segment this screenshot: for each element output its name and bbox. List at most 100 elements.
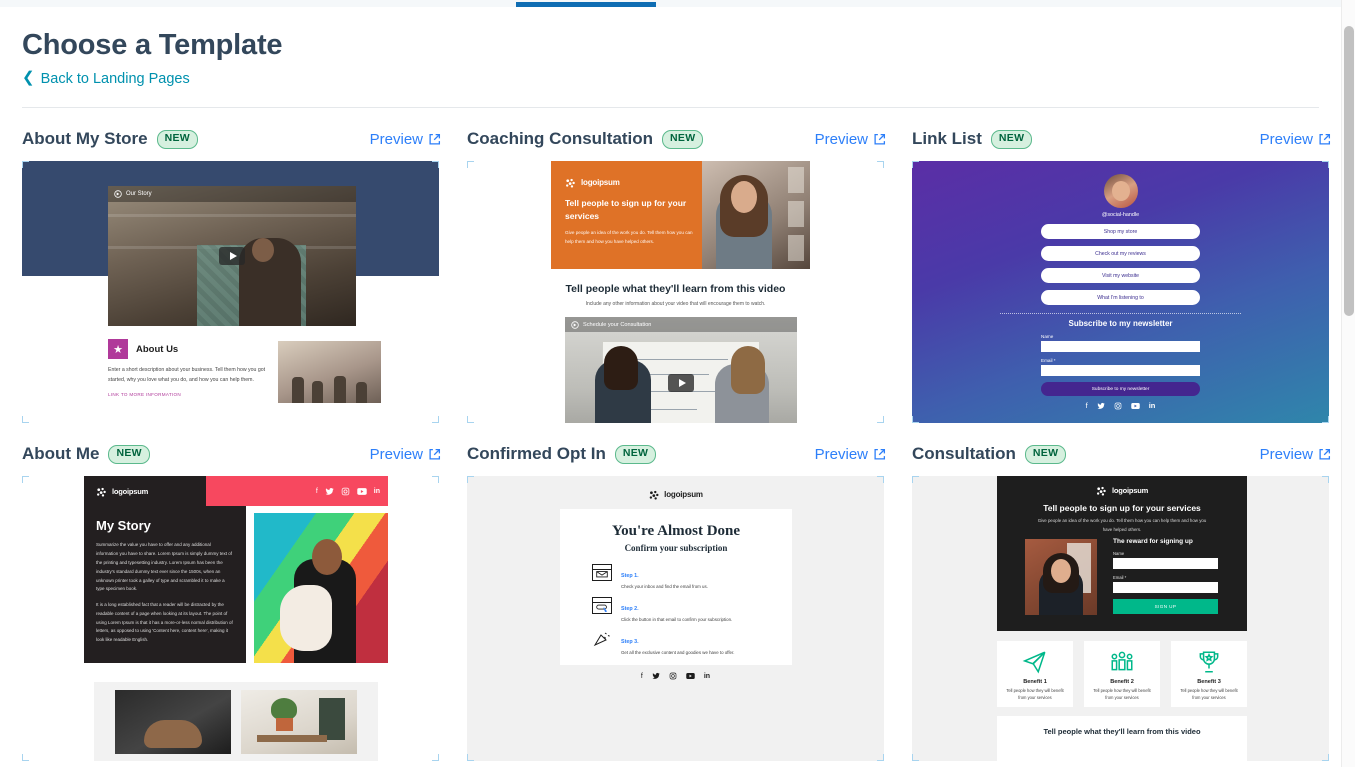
benefit-text: Tell people how they will benefit from y… (1180, 688, 1238, 701)
benefit-title: Benefit 1 (1023, 679, 1047, 686)
thumb-caption-sub: Include any other information about your… (585, 301, 766, 308)
thumb-hero-title: Tell people to sign up for your services (1043, 503, 1201, 514)
instagram-icon[interactable] (669, 672, 677, 680)
template-card-link-list[interactable]: Link List NEW Preview @social-handle Sho… (912, 126, 1341, 424)
template-thumbnail[interactable]: logoipsum Tell people to sign up for you… (467, 161, 884, 424)
template-thumbnail[interactable]: f in logoipsum My Story Summarize the va… (22, 476, 439, 762)
step-label: Step 1. (621, 573, 639, 580)
instagram-icon[interactable] (341, 487, 350, 496)
twitter-icon[interactable] (652, 672, 660, 680)
linkedin-icon[interactable]: in (704, 673, 710, 680)
crop-corner-icon (912, 161, 919, 169)
external-link-icon (1319, 448, 1331, 460)
reward-title: The reward for signing up (1113, 538, 1193, 546)
new-badge: NEW (990, 130, 1033, 149)
divider (1000, 313, 1241, 315)
card-header: About My Store NEW Preview (22, 126, 465, 152)
video-logo-icon (114, 190, 122, 199)
email-input[interactable] (1041, 365, 1200, 377)
paper-plane-icon (1022, 652, 1046, 674)
email-input[interactable] (1113, 582, 1218, 594)
template-card-about-me[interactable]: About Me NEW Preview f in logoipsum My S… (22, 441, 465, 762)
step-description: Check your inbox and find the email from… (621, 584, 708, 590)
thumbnail-content: logoipsum Tell people to sign up for you… (467, 161, 884, 424)
preview-link[interactable]: Preview (815, 446, 886, 463)
template-thumbnail[interactable]: logoipsum You're Almost Done Confirm you… (467, 476, 884, 762)
logoipsum-wordmark: logoipsum (1111, 486, 1149, 496)
store-icon: ★ (108, 339, 128, 360)
benefit-text: Tell people how they will benefit from y… (1093, 688, 1151, 701)
twitter-icon[interactable] (325, 487, 334, 496)
scrollbar-thumb[interactable] (1344, 26, 1354, 316)
preview-link[interactable]: Preview (1260, 131, 1331, 148)
preview-link[interactable]: Preview (370, 131, 441, 148)
preview-link[interactable]: Preview (370, 446, 441, 463)
template-title: Consultation (912, 444, 1016, 464)
template-thumbnail[interactable]: @social-handle Shop my store Check out m… (912, 161, 1329, 424)
crop-corner-icon (912, 476, 919, 484)
preview-link[interactable]: Preview (815, 131, 886, 148)
template-title: About Me (22, 444, 100, 464)
logoipsum-mark-icon (649, 491, 658, 501)
email-label: Email * (1113, 575, 1127, 581)
external-link-icon (874, 133, 886, 145)
thumbnail-content: logoipsum Tell people to sign up for you… (912, 476, 1329, 762)
external-link-icon (874, 448, 886, 460)
thumb-decor (604, 346, 639, 391)
list-item[interactable]: Visit my website (1041, 268, 1200, 284)
facebook-icon[interactable]: f (641, 673, 643, 680)
people-icon (1111, 652, 1133, 671)
template-card-coaching-consultation[interactable]: Coaching Consultation NEW Preview logoip… (467, 126, 910, 424)
party-popper-icon (592, 630, 612, 648)
facebook-icon[interactable]: f (316, 488, 318, 495)
thumb-video-preview: Our Story (108, 186, 356, 327)
card-header: Coaching Consultation NEW Preview (467, 126, 910, 152)
preview-link[interactable]: Preview (1260, 446, 1331, 463)
thumb-video-preview: Schedule your Consultation (565, 317, 797, 424)
crop-corner-icon (877, 416, 884, 424)
name-label: Name (1113, 551, 1125, 557)
youtube-icon[interactable] (686, 672, 695, 680)
page-scrollbar[interactable] (1341, 0, 1355, 767)
card-header: Link List NEW Preview (912, 126, 1341, 152)
thumb-about-section: ★ About Us Enter a short description abo… (108, 339, 278, 397)
back-to-landing-pages-link[interactable]: ❮ Back to Landing Pages (22, 69, 190, 87)
click-button-icon (592, 597, 612, 615)
template-card-about-my-store[interactable]: About My Store NEW Preview Our Story ★ A… (22, 126, 465, 424)
template-card-confirmed-opt-in[interactable]: Confirmed Opt In NEW Preview logoipsum Y… (467, 441, 910, 762)
facebook-icon[interactable]: f (1086, 401, 1088, 410)
crop-corner-icon (22, 476, 29, 484)
preview-label: Preview (1259, 445, 1313, 463)
template-thumbnail[interactable]: logoipsum Tell people to sign up for you… (912, 476, 1329, 762)
crop-corner-icon (1322, 754, 1329, 762)
name-input[interactable] (1041, 341, 1200, 353)
linkedin-icon[interactable]: in (1149, 401, 1156, 410)
sign-up-button[interactable]: SIGN UP (1113, 599, 1218, 615)
thumb-panel-subtitle: Confirm your subscription (624, 543, 728, 554)
twitter-icon[interactable] (1097, 402, 1105, 410)
instagram-icon[interactable] (1114, 402, 1122, 410)
new-badge: NEW (108, 445, 150, 464)
list-item[interactable]: Check out my reviews (1041, 246, 1200, 262)
subscribe-button[interactable]: Subscribe to my newsletter (1041, 382, 1200, 397)
thumb-about-body: Enter a short description about your bus… (108, 367, 266, 384)
thumb-logo-box: logoipsum (84, 476, 206, 507)
thumbnail-content: logoipsum Our Story (22, 161, 439, 424)
external-link-icon (429, 448, 441, 460)
signup-form: The reward for signing up Name Email * S… (1113, 538, 1218, 615)
template-title: Link List (912, 129, 982, 149)
chevron-left-icon: ❮ (22, 69, 35, 87)
newsletter-form: Name Email * Subscribe to my newsletter (1041, 334, 1200, 397)
youtube-icon[interactable] (1130, 402, 1140, 410)
template-thumbnail[interactable]: logoipsum Our Story (22, 161, 439, 424)
name-input[interactable] (1113, 558, 1218, 570)
crop-corner-icon (467, 416, 474, 424)
list-item[interactable]: What I'm listening to (1041, 290, 1200, 306)
crop-corner-icon (432, 416, 439, 424)
crop-corner-icon (877, 161, 884, 169)
youtube-icon[interactable] (357, 487, 367, 496)
linkedin-icon[interactable]: in (374, 488, 380, 495)
template-card-consultation[interactable]: Consultation NEW Preview logoipsum Tell … (912, 441, 1341, 762)
link-list: Shop my store Check out my reviews Visit… (912, 224, 1329, 312)
list-item[interactable]: Shop my store (1041, 224, 1200, 240)
